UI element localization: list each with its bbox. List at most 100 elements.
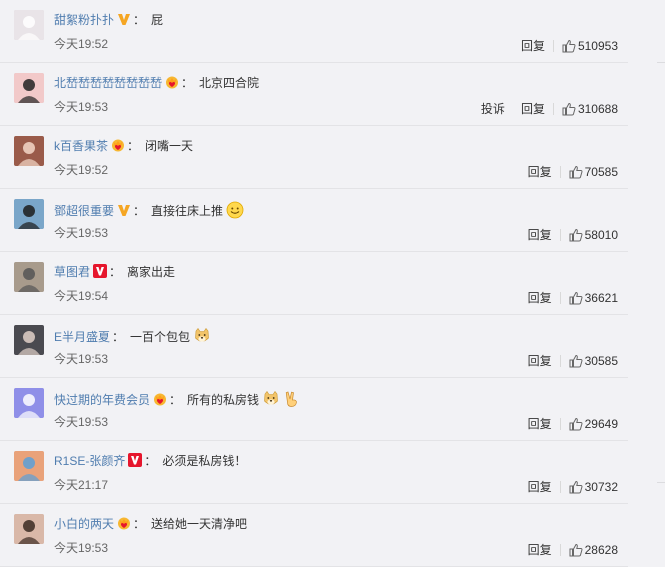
like-button[interactable]: 510953 bbox=[554, 39, 618, 53]
comment-text: 屁 bbox=[151, 13, 164, 27]
comment-text: 直接往床上推 bbox=[151, 204, 224, 218]
comment-item: 鄧超很重要 ： 直接往床上推今天19:53 回复 58010 bbox=[0, 189, 628, 252]
like-count: 28628 bbox=[584, 543, 618, 557]
crown-heart-icon bbox=[165, 75, 179, 89]
comment-line: 北嵆嵆嵆嵆嵆嵆嵆嵆 ： 北京四合院 bbox=[54, 75, 259, 91]
reply-button[interactable]: 回复 bbox=[520, 164, 560, 180]
like-count: 30585 bbox=[584, 354, 618, 368]
colon: ： bbox=[144, 454, 157, 468]
comment-actions: 回复 28628 bbox=[520, 542, 618, 558]
v-red-icon bbox=[128, 453, 143, 467]
like-count: 36621 bbox=[584, 291, 618, 305]
timestamp: 今天19:53 bbox=[54, 100, 109, 114]
like-button[interactable]: 70585 bbox=[561, 165, 618, 179]
like-count: 30732 bbox=[584, 480, 618, 494]
username-link[interactable]: k百香果茶 bbox=[54, 139, 108, 153]
timestamp: 今天19:54 bbox=[54, 289, 109, 303]
colon: ： bbox=[127, 139, 140, 153]
avatar[interactable] bbox=[14, 10, 44, 40]
comment-actions: 回复 30585 bbox=[520, 353, 618, 369]
comment-item: 北嵆嵆嵆嵆嵆嵆嵆嵆 ： 北京四合院今天19:53 投诉 回复 310688 bbox=[0, 63, 628, 126]
like-button[interactable]: 58010 bbox=[561, 228, 618, 242]
like-button[interactable]: 28628 bbox=[561, 543, 618, 557]
username-link[interactable]: 快过期的年费会员 bbox=[54, 393, 150, 407]
comment-actions: 回复 36621 bbox=[520, 290, 618, 306]
colon: ： bbox=[112, 330, 125, 344]
comment-text: 一百个包包 bbox=[130, 330, 191, 344]
like-count: 29649 bbox=[584, 417, 618, 431]
like-count: 70585 bbox=[584, 165, 618, 179]
avatar[interactable] bbox=[14, 325, 44, 355]
username-link[interactable]: 鄧超很重要 bbox=[54, 204, 114, 218]
comment-text: 必须是私房钱！ bbox=[162, 454, 247, 468]
reply-button[interactable]: 回复 bbox=[520, 290, 560, 306]
reply-button[interactable]: 回复 bbox=[513, 38, 553, 54]
colon: ： bbox=[181, 76, 194, 90]
username-link[interactable]: 北嵆嵆嵆嵆嵆嵆嵆嵆 bbox=[54, 76, 162, 90]
like-button[interactable]: 310688 bbox=[554, 102, 618, 116]
comment-actions: 回复 70585 bbox=[520, 164, 618, 180]
comment-line: 甜絮粉扑扑 ： 屁 bbox=[54, 12, 163, 28]
scroll-edge bbox=[657, 62, 665, 63]
reply-button[interactable]: 回复 bbox=[520, 542, 560, 558]
username-link[interactable]: E半月盛夏 bbox=[54, 330, 110, 344]
avatar[interactable] bbox=[14, 514, 44, 544]
smile-emoji bbox=[226, 201, 244, 219]
timestamp: 今天19:53 bbox=[54, 541, 109, 555]
report-button[interactable]: 投诉 bbox=[473, 101, 513, 117]
username-link[interactable]: 草图君 bbox=[54, 265, 90, 279]
timestamp: 今天19:53 bbox=[54, 352, 109, 366]
avatar[interactable] bbox=[14, 262, 44, 292]
like-count: 310688 bbox=[577, 102, 618, 116]
comment-line: 草图君 ： 离家出走 bbox=[54, 264, 175, 280]
crown-heart-icon bbox=[117, 516, 131, 530]
reply-button[interactable]: 回复 bbox=[520, 353, 560, 369]
comment-line: 快过期的年费会员 ： 所有的私房钱 bbox=[54, 390, 301, 408]
reply-button[interactable]: 回复 bbox=[520, 227, 560, 243]
thumbs-up-icon bbox=[562, 39, 578, 53]
comment-item: 快过期的年费会员 ： 所有的私房钱今天19:53 回复 29649 bbox=[0, 378, 628, 441]
avatar[interactable] bbox=[14, 199, 44, 229]
victory-hand-emoji bbox=[283, 390, 301, 408]
timestamp: 今天19:52 bbox=[54, 37, 109, 51]
avatar[interactable] bbox=[14, 451, 44, 481]
timestamp: 今天19:53 bbox=[54, 415, 109, 429]
comment-item: 小白的两天 ： 送给她一天清净吧今天19:53 回复 28628 bbox=[0, 504, 628, 567]
comment-actions: 回复 29649 bbox=[520, 416, 618, 432]
comment-text: 闭嘴一天 bbox=[145, 139, 194, 153]
like-button[interactable]: 29649 bbox=[561, 417, 618, 431]
colon: ： bbox=[133, 517, 146, 531]
comment-line: 鄧超很重要 ： 直接往床上推 bbox=[54, 201, 244, 219]
reply-button[interactable]: 回复 bbox=[520, 479, 560, 495]
doge-emoji bbox=[193, 327, 211, 345]
comment-text: 所有的私房钱 bbox=[187, 393, 260, 407]
comment-text: 北京四合院 bbox=[199, 76, 260, 90]
thumbs-up-icon bbox=[569, 543, 585, 557]
comment-actions: 回复 510953 bbox=[513, 38, 618, 54]
like-button[interactable]: 30585 bbox=[561, 354, 618, 368]
scroll-gutter bbox=[655, 0, 665, 561]
timestamp: 今天19:53 bbox=[54, 226, 109, 240]
reply-button[interactable]: 回复 bbox=[513, 101, 553, 117]
like-button[interactable]: 36621 bbox=[561, 291, 618, 305]
comment-line: 小白的两天 ： 送给她一天清净吧 bbox=[54, 516, 247, 532]
comment-actions: 回复 58010 bbox=[520, 227, 618, 243]
doge-emoji bbox=[262, 390, 280, 408]
comment-item: 草图君 ： 离家出走 今天19:54 回复 36621 bbox=[0, 252, 628, 315]
comment-text: 送给她一天清净吧 bbox=[151, 517, 248, 531]
avatar[interactable] bbox=[14, 73, 44, 103]
comment-item: R1SE-张颜齐 ： 必须是私房钱！ 今天21:17 回复 30732 bbox=[0, 441, 628, 504]
username-link[interactable]: 甜絮粉扑扑 bbox=[54, 13, 114, 27]
colon: ： bbox=[133, 204, 146, 218]
crown-heart-icon bbox=[111, 138, 125, 152]
username-link[interactable]: 小白的两天 bbox=[54, 517, 114, 531]
username-link[interactable]: R1SE-张颜齐 bbox=[54, 454, 125, 468]
thumbs-up-icon bbox=[569, 480, 585, 494]
avatar[interactable] bbox=[14, 388, 44, 418]
v-gold-icon bbox=[117, 203, 131, 217]
like-button[interactable]: 30732 bbox=[561, 480, 618, 494]
v-gold-icon bbox=[117, 12, 131, 26]
reply-button[interactable]: 回复 bbox=[520, 416, 560, 432]
like-count: 58010 bbox=[584, 228, 618, 242]
avatar[interactable] bbox=[14, 136, 44, 166]
